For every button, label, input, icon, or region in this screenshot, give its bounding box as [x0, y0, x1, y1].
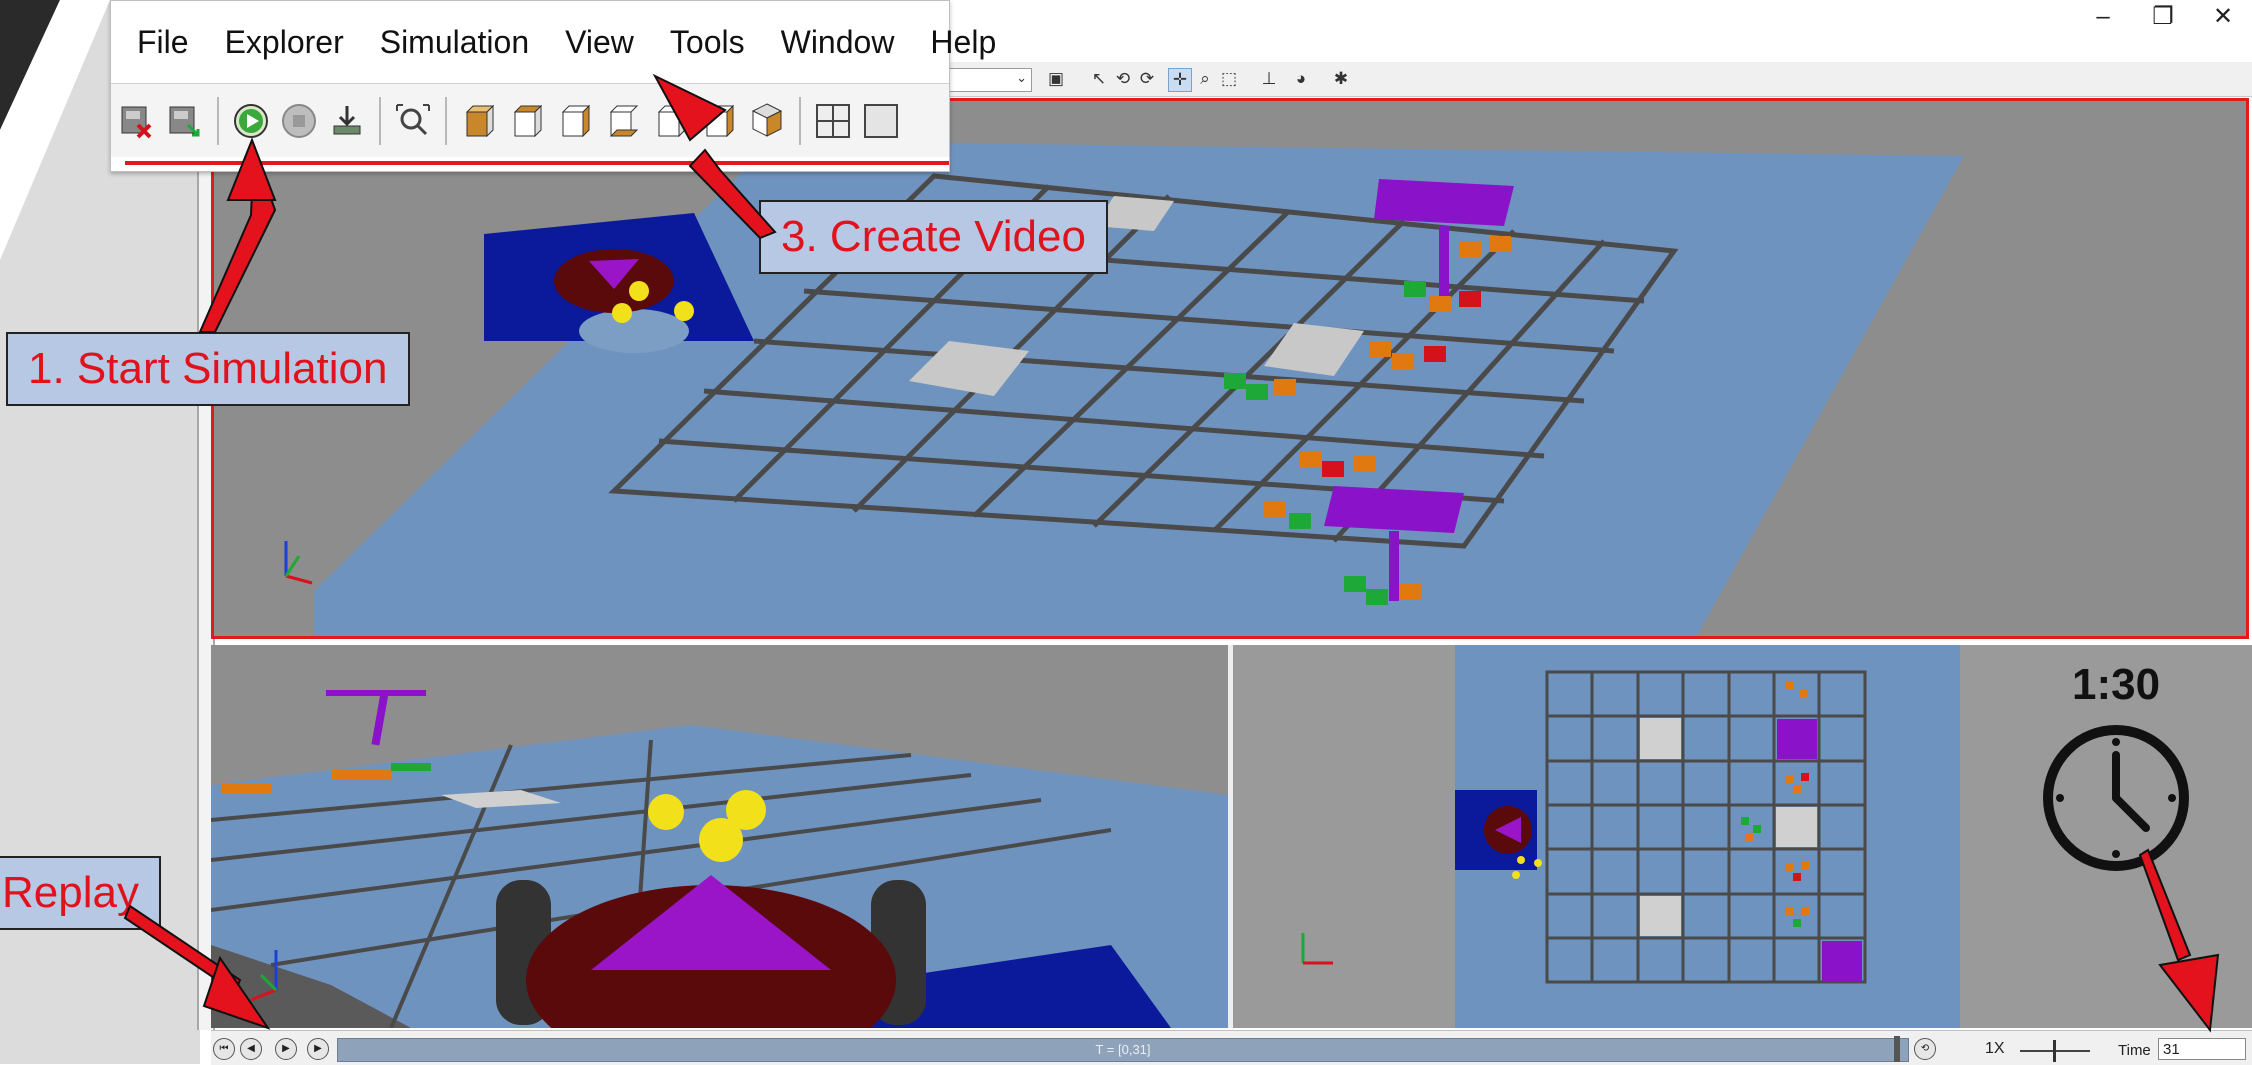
menu-window[interactable]: Window — [763, 19, 913, 65]
scene-top — [284, 141, 1964, 636]
cube-view-3-icon[interactable] — [555, 99, 595, 143]
callout-create-video: 3. Create Video — [759, 200, 1108, 274]
timeline-end-handle[interactable] — [1894, 1036, 1900, 1062]
overlay-viewport-border — [125, 161, 949, 165]
delete-world-icon[interactable] — [117, 99, 157, 143]
scene-bottom-left — [211, 690, 1228, 1028]
timeline-range: T = [0,31] — [1095, 1042, 1151, 1057]
cube-view-6-icon[interactable] — [699, 99, 739, 143]
time-label: Time — [2118, 1042, 2151, 1059]
select-arrow-icon[interactable]: ↖ — [1088, 68, 1110, 90]
zoom-box-icon[interactable]: ⬚ — [1218, 68, 1240, 90]
restore-button[interactable]: ❐ — [2136, 2, 2190, 32]
callout-start-simulation: 1. Start Simulation — [6, 332, 410, 406]
play-icon[interactable] — [231, 99, 271, 143]
chevron-down-icon: ⌄ — [1016, 70, 1027, 85]
menu-tools[interactable]: Tools — [652, 19, 763, 65]
axes-icon[interactable]: ⊥ — [1258, 68, 1280, 90]
menu-view[interactable]: View — [547, 19, 652, 65]
speed-slider-knob[interactable] — [2053, 1040, 2056, 1062]
render-icon[interactable]: ▣ — [1045, 68, 1067, 90]
time-input[interactable]: 31 — [2158, 1038, 2246, 1060]
rotate-icon[interactable]: ⟲ — [1112, 68, 1134, 90]
viewport-perspective[interactable] — [211, 98, 2249, 639]
sphere-icon[interactable]: ◕ — [1290, 68, 1312, 90]
orbit-icon[interactable]: ⟳ — [1136, 68, 1158, 90]
cube-view-4-icon[interactable] — [603, 99, 643, 143]
cube-view-1-icon[interactable] — [459, 99, 499, 143]
callout-replay: Replay — [0, 856, 161, 930]
speed-label: 1X — [1985, 1040, 2005, 1057]
close-button[interactable]: ✕ — [2196, 2, 2250, 32]
toolbar-separator — [217, 96, 219, 145]
single-layout-icon[interactable] — [861, 99, 901, 143]
clock-icon — [2043, 725, 2189, 871]
cube-view-2-icon[interactable] — [507, 99, 547, 143]
menu-simulation[interactable]: Simulation — [362, 19, 547, 65]
toolbar-separator — [799, 96, 801, 145]
menu-explorer[interactable]: Explorer — [207, 19, 362, 65]
pan-icon[interactable]: ✛ — [1168, 68, 1192, 92]
zoom-icon[interactable]: ⌕ — [1194, 68, 1216, 90]
toolbar-separator — [379, 96, 381, 145]
toolbar-separator — [445, 96, 447, 145]
menu-help[interactable]: Help — [912, 19, 1014, 65]
loop-button[interactable]: ⟲ — [1914, 1038, 1936, 1060]
step-forward-button[interactable]: ▶ — [307, 1038, 329, 1060]
viewport-robot-camera[interactable] — [211, 645, 1228, 1028]
sim-toolbar — [111, 83, 949, 157]
cube-view-7-icon[interactable] — [747, 99, 787, 143]
rewind-start-button[interactable]: ⏮ — [213, 1038, 235, 1060]
save-world-icon[interactable] — [165, 99, 205, 143]
minimize-button[interactable]: – — [2076, 2, 2130, 32]
settings-icon[interactable]: ✱ — [1330, 68, 1352, 90]
stop-icon[interactable] — [279, 99, 319, 143]
timeline-slider[interactable]: T = [0,31] — [337, 1038, 1909, 1062]
download-icon[interactable] — [327, 99, 367, 143]
menu-overlay: File Explorer Simulation View Tools Wind… — [110, 0, 996, 172]
play-replay-button[interactable]: ▶ — [275, 1038, 297, 1060]
zoom-fit-icon[interactable] — [393, 99, 433, 143]
menu-file[interactable]: File — [119, 19, 207, 65]
quad-layout-icon[interactable] — [813, 99, 853, 143]
cube-view-5-icon[interactable] — [651, 99, 691, 143]
timer-label: 1:30 — [2072, 660, 2161, 709]
step-back-button[interactable]: ◀ — [240, 1038, 262, 1060]
menu-bar: File Explorer Simulation View Tools Wind… — [119, 19, 1014, 65]
